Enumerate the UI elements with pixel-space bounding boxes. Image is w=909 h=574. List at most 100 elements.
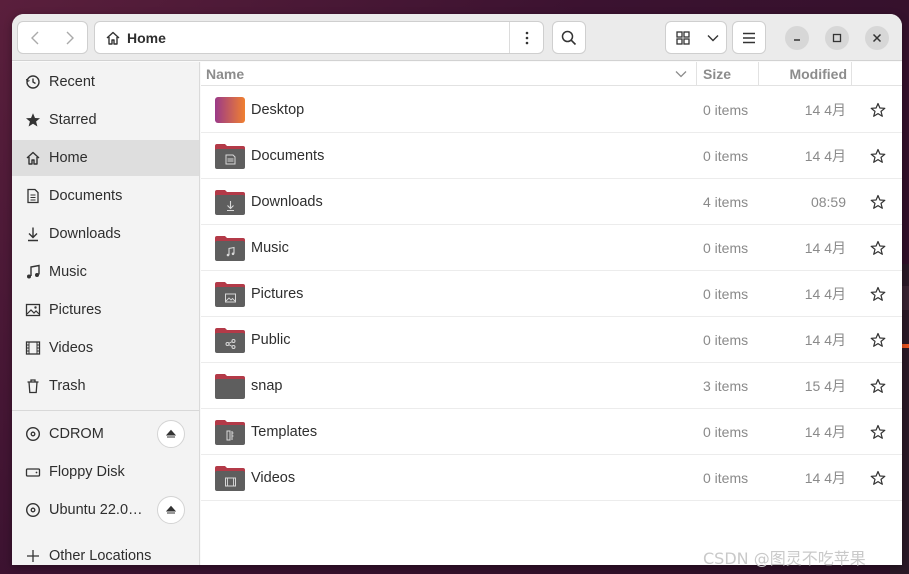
star-icon[interactable] xyxy=(868,238,888,258)
chevron-down-icon xyxy=(707,34,719,41)
home-icon xyxy=(24,149,42,167)
file-row-pictures[interactable]: Pictures 0 items 14 4月 xyxy=(201,271,902,317)
forward-button[interactable] xyxy=(52,21,88,54)
file-name: snap xyxy=(251,378,283,394)
sidebar-item-recent[interactable]: Recent xyxy=(12,64,199,100)
sidebar-item-trash[interactable]: Trash xyxy=(12,368,199,404)
file-name: Videos xyxy=(251,470,296,486)
watermark: CSDN @图灵不吃苹果 xyxy=(703,549,866,568)
sidebar-device-ubuntu[interactable]: Ubuntu 22.0… xyxy=(12,492,199,528)
sidebar-other-locations[interactable]: Other Locations xyxy=(12,538,199,565)
file-size: 0 items xyxy=(703,470,749,486)
file-name: Public xyxy=(251,332,291,348)
sidebar-item-music[interactable]: Music xyxy=(12,254,199,290)
music-folder-icon xyxy=(214,234,246,262)
forward-icon xyxy=(66,31,74,44)
desktop-folder-icon xyxy=(214,96,246,124)
drive-icon xyxy=(24,463,42,481)
sidebar-item-label: Recent xyxy=(49,74,95,90)
star-icon[interactable] xyxy=(868,192,888,212)
file-modified: 14 4月 xyxy=(804,286,846,302)
clock-icon xyxy=(24,73,42,91)
column-modified[interactable]: Modified xyxy=(758,62,851,86)
sidebar-item-home[interactable]: Home xyxy=(12,140,199,176)
star-icon[interactable] xyxy=(868,100,888,120)
file-size: 0 items xyxy=(703,148,749,164)
file-modified: 14 4月 xyxy=(804,102,846,118)
minimize-button[interactable] xyxy=(785,26,809,50)
file-name: Documents xyxy=(251,148,325,164)
file-size: 0 items xyxy=(703,286,749,302)
star-icon xyxy=(24,111,42,129)
star-icon[interactable] xyxy=(868,422,888,442)
public-folder-icon xyxy=(214,326,246,354)
chevron-down-icon xyxy=(675,71,687,78)
sidebar-item-downloads[interactable]: Downloads xyxy=(12,216,199,252)
documents-folder-icon xyxy=(214,142,246,170)
star-icon[interactable] xyxy=(868,376,888,396)
sidebar-item-videos[interactable]: Videos xyxy=(12,330,199,366)
maximize-icon xyxy=(832,33,842,43)
eject-button[interactable] xyxy=(157,420,185,448)
back-icon xyxy=(31,31,39,44)
file-row-snap[interactable]: snap 3 items 15 4月 xyxy=(201,363,902,409)
sidebar: Recent Starred Home Documents Downloads … xyxy=(12,62,200,565)
file-modified: 15 4月 xyxy=(804,378,846,394)
picture-icon xyxy=(24,301,42,319)
star-icon[interactable] xyxy=(868,284,888,304)
star-icon[interactable] xyxy=(868,468,888,488)
path-label: Home xyxy=(127,29,166,46)
view-options-dropdown[interactable] xyxy=(700,21,727,54)
sidebar-separator xyxy=(12,410,199,411)
sidebar-item-label: Floppy Disk xyxy=(49,464,125,480)
path-bar[interactable]: Home xyxy=(94,21,544,54)
star-icon[interactable] xyxy=(868,146,888,166)
column-name[interactable]: Name xyxy=(206,62,696,86)
path-home-button[interactable]: Home xyxy=(95,22,509,53)
sidebar-device-cdrom[interactable]: CDROM xyxy=(12,416,199,452)
file-name: Templates xyxy=(251,424,318,440)
sidebar-item-label: Trash xyxy=(49,378,86,394)
file-row-public[interactable]: Public 0 items 14 4月 xyxy=(201,317,902,363)
path-options-button[interactable] xyxy=(509,22,543,53)
sidebar-item-label: Home xyxy=(49,150,88,166)
file-row-music[interactable]: Music 0 items 14 4月 xyxy=(201,225,902,271)
file-row-templates[interactable]: Templates 0 items 14 4月 xyxy=(201,409,902,455)
star-icon[interactable] xyxy=(868,330,888,350)
column-star xyxy=(851,62,902,86)
eject-icon xyxy=(166,505,176,514)
file-modified: 14 4月 xyxy=(804,148,846,164)
video-icon xyxy=(24,339,42,357)
file-manager-window: Home Recent Starred Home Documents Downl… xyxy=(12,14,902,565)
sidebar-item-label: Starred xyxy=(49,112,97,128)
trash-icon xyxy=(24,377,42,395)
close-button[interactable] xyxy=(865,26,889,50)
file-modified: 08:59 xyxy=(810,194,846,210)
maximize-button[interactable] xyxy=(825,26,849,50)
sidebar-item-label: CDROM xyxy=(49,426,104,442)
column-size[interactable]: Size xyxy=(696,62,758,86)
file-row-desktop[interactable]: Desktop 0 items 14 4月 xyxy=(201,87,902,133)
file-modified: 14 4月 xyxy=(804,240,846,256)
file-size: 0 items xyxy=(703,424,749,440)
file-row-documents[interactable]: Documents 0 items 14 4月 xyxy=(201,133,902,179)
search-icon xyxy=(561,30,577,45)
main-menu-button[interactable] xyxy=(732,21,766,54)
file-modified: 14 4月 xyxy=(804,470,846,486)
sort-indicator[interactable] xyxy=(675,62,695,86)
downloads-folder-icon xyxy=(214,188,246,216)
sidebar-item-starred[interactable]: Starred xyxy=(12,102,199,138)
eject-button[interactable] xyxy=(157,496,185,524)
file-name: Music xyxy=(251,240,289,256)
file-modified: 14 4月 xyxy=(804,424,846,440)
file-row-videos[interactable]: Videos 0 items 14 4月 xyxy=(201,455,902,501)
back-button[interactable] xyxy=(17,21,53,54)
sidebar-item-pictures[interactable]: Pictures xyxy=(12,292,199,328)
eject-icon xyxy=(166,429,176,438)
sidebar-item-documents[interactable]: Documents xyxy=(12,178,199,214)
grid-view-button[interactable] xyxy=(665,21,701,54)
file-row-downloads[interactable]: Downloads 4 items 08:59 xyxy=(201,179,902,225)
sidebar-device-floppy-disk[interactable]: Floppy Disk xyxy=(12,454,199,490)
hamburger-menu-icon xyxy=(743,32,755,43)
search-button[interactable] xyxy=(552,21,586,54)
